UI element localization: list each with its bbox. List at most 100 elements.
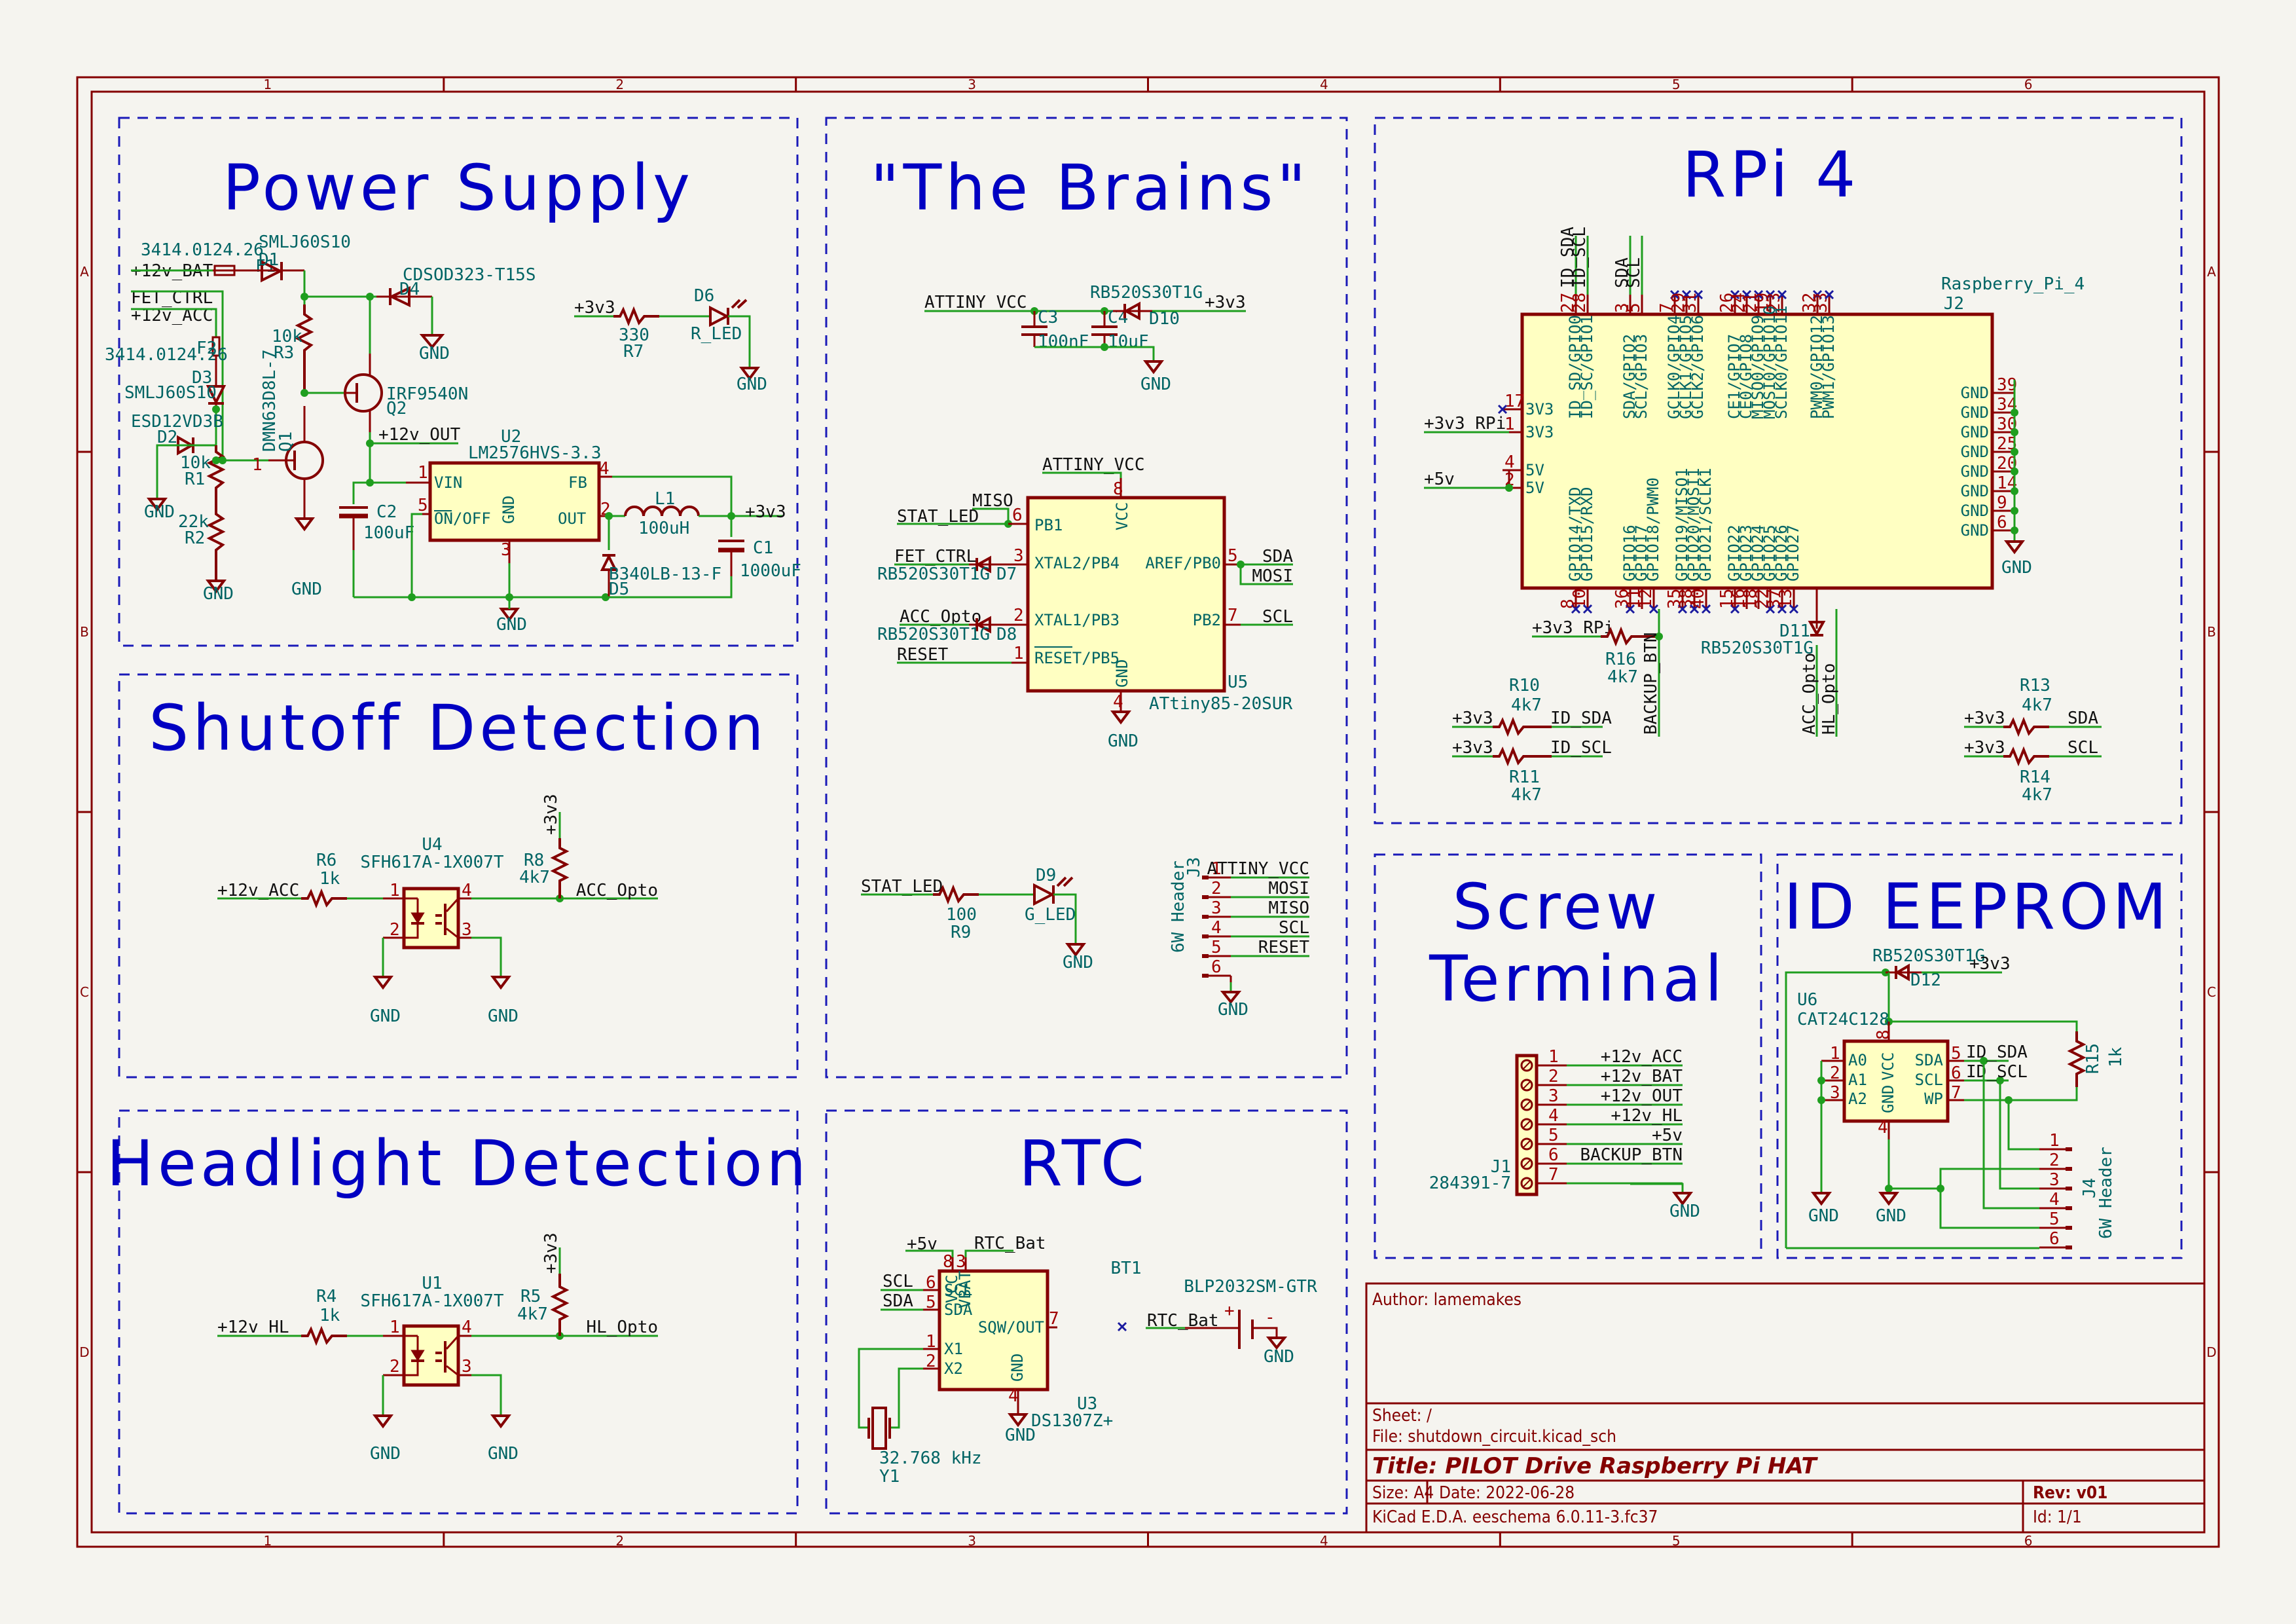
date-text: Date: 2022-06-28 [1439, 1483, 1575, 1503]
mosfet-q2[interactable]: IRF9540N Q2 [344, 297, 468, 432]
svg-text:3: 3 [462, 920, 472, 940]
capacitor-c1[interactable]: C1 1000uF [718, 516, 801, 581]
svg-text:CAT24C128: CAT24C128 [1797, 1010, 1889, 1029]
zone-row-label: B [2207, 624, 2216, 640]
svg-text:GND: GND [496, 615, 527, 635]
svg-text:100nF: 100nF [1038, 332, 1089, 352]
header-j3[interactable]: 6W Header J3 1ATTINY_VCC2 MOSI3 MISO4 SCL5 R… [1169, 857, 1309, 986]
rpi-header-j2[interactable]: Raspberry_Pi_4 J2 27ID_SD/GPIO0ID_SDA28I… [1497, 227, 2085, 614]
svg-text:D6: D6 [694, 286, 714, 306]
svg-text:5: 5 [2049, 1209, 2060, 1229]
svg-text:U5: U5 [1228, 673, 1248, 692]
svg-text:AREF/PB0: AREF/PB0 [1145, 554, 1221, 572]
screw-terminal-j1[interactable]: 1 +12v_ACC2 +12v_BAT3 +12v_OUT4 +12v_HL5 +5v6… [1429, 1047, 1683, 1196]
resistor-r2[interactable]: 22k R2 [178, 501, 226, 580]
zone-column-label: 3 [968, 1533, 976, 1549]
diode-d3[interactable]: D3 SMLJ60S10 [124, 368, 227, 405]
rtc-chip-u3[interactable]: +5v 8 RTC_Bat 3 VCC VBAT SCL 6 SCL SDA 5… [881, 1234, 1127, 1431]
svg-text:6: 6 [1951, 1063, 1961, 1083]
optocoupler-u1[interactable]: 1 2 3 4 U1 SFH617A-1X007T [360, 1274, 504, 1387]
svg-text:4k7: 4k7 [2022, 785, 2052, 805]
svg-text:+3v3: +3v3 [1969, 954, 2011, 974]
svg-text:6: 6 [926, 1273, 936, 1293]
svg-text:4: 4 [462, 881, 472, 900]
svg-text:4k7: 4k7 [1511, 785, 1542, 805]
resistor-r11[interactable]: +3v3 ID_SCL R11 4k7 [1452, 738, 1612, 805]
svg-text:RB520S30T1G: RB520S30T1G [877, 625, 990, 644]
svg-text:2: 2 [2049, 1151, 2060, 1170]
svg-text:100uH: 100uH [638, 519, 689, 538]
svg-text:R6: R6 [316, 851, 337, 870]
svg-text:1k: 1k [319, 869, 340, 889]
svg-text:D1: D1 [259, 250, 279, 270]
svg-text:4: 4 [1113, 692, 1123, 712]
svg-text:+3v3: +3v3 [1452, 709, 1493, 728]
section-title: ID EEPROM [1783, 870, 2170, 944]
section-title: "The Brains" [870, 151, 1309, 225]
svg-text:GND: GND [2001, 558, 2032, 578]
svg-text:4k7: 4k7 [2022, 695, 2052, 715]
svg-text:2: 2 [1013, 606, 1024, 625]
zone-column-label: 2 [615, 77, 624, 92]
resistor-r13[interactable]: +3v3 SDA R13 4k7 [1964, 676, 2102, 737]
j3-pin: 2 MOSI [1202, 879, 1309, 899]
svg-text:D4: D4 [399, 280, 420, 299]
mosfet-q1[interactable]: 1 DMN63D8L-7 Q1 [252, 349, 324, 517]
svg-text:+3v3: +3v3 [1452, 738, 1493, 758]
svg-text:GND: GND [370, 1444, 401, 1464]
svg-text:1: 1 [390, 881, 400, 900]
resistor-r1[interactable]: 10k R1 [180, 445, 226, 501]
title-block: Author: lamemakes Sheet: / File: shutdow… [1365, 1282, 2206, 1534]
svg-text:32.768 kHz: 32.768 kHz [879, 1449, 982, 1468]
svg-text:VCC: VCC [1879, 1052, 1897, 1080]
svg-text:+3v3: +3v3 [1205, 293, 1246, 312]
schematic-sheet: 112233445566A AB BC CD D Power Supply "The B… [76, 76, 2220, 1549]
svg-text:3414.0124.26: 3414.0124.26 [105, 345, 228, 365]
svg-text:5: 5 [1951, 1044, 1961, 1063]
svg-text:RB520S30T1G: RB520S30T1G [1090, 283, 1203, 303]
battery-bt1[interactable]: BT1 BLP2032SM-GTR RTC_Bat + - [1111, 1259, 1318, 1349]
svg-text:ATTINY_VCC: ATTINY_VCC [1207, 859, 1309, 879]
resistor-r4[interactable]: R4 1k [301, 1287, 347, 1346]
resistor-r14[interactable]: +3v3 SCL R14 4k7 [1964, 738, 2102, 805]
svg-text:3: 3 [956, 1252, 966, 1272]
svg-text:4: 4 [462, 1318, 472, 1337]
j4-pin: 4 [2039, 1190, 2072, 1210]
optocoupler-u4[interactable]: 1 2 3 4 U4 SFH617A-1X007T [360, 835, 504, 950]
led-d6[interactable]: D6 R_LED [691, 286, 748, 344]
svg-text:5: 5 [1228, 546, 1238, 566]
capacitor-c3[interactable]: C3 100nF [1021, 308, 1089, 352]
zone-column-label: 1 [264, 77, 272, 92]
svg-text:6W Header: 6W Header [2096, 1147, 2116, 1239]
svg-text:GND: GND [1961, 443, 1989, 461]
svg-text:2: 2 [1548, 1067, 1559, 1086]
svg-text:GND: GND [1108, 731, 1139, 751]
svg-text:FB: FB [568, 473, 587, 492]
svg-text:R5: R5 [520, 1287, 541, 1306]
section-shutoff: Shutoff Detection [118, 673, 799, 1079]
svg-text:GND: GND [488, 1006, 519, 1026]
svg-text:SFH617A-1X007T: SFH617A-1X007T [360, 853, 503, 872]
section-title-line1: Screw [1453, 870, 1662, 944]
resistor-r10[interactable]: +3v3 ID_SDA R10 4k7 [1452, 676, 1612, 737]
svg-text:GND: GND [488, 1444, 519, 1464]
inductor-l1[interactable]: L1 100uH [609, 489, 700, 538]
zone-column-label: 5 [1672, 1533, 1681, 1549]
diode-d4[interactable]: CDSOD323-T15S D4 [376, 265, 536, 334]
svg-text:+12v_OUT: +12v_OUT [1601, 1086, 1683, 1106]
capacitor-c2[interactable]: C2 100uF [339, 481, 414, 550]
j4-pin: 1 [2039, 1131, 2072, 1151]
size-text: Size: A4 [1372, 1483, 1434, 1503]
svg-text:ACC_Opto: ACC_Opto [576, 881, 658, 900]
regulator-u2[interactable]: 1 VIN 5 ON/OFF 3 GND FB OUT 4 2 U2 LM257… [370, 427, 612, 597]
header-j4[interactable]: 123456 J4 6W Header [2039, 1131, 2116, 1249]
svg-text:+12v_HL: +12v_HL [217, 1318, 289, 1337]
diode-d10[interactable]: RB520S30T1G D10 [1090, 283, 1203, 329]
resistor-r6[interactable]: R6 1k [301, 851, 347, 909]
resistor-r7[interactable]: 330 R7 [613, 306, 659, 361]
svg-text:D2: D2 [157, 428, 177, 447]
svg-text:SDA: SDA [1262, 547, 1293, 566]
resistor-r15[interactable]: R15 1k [2067, 1031, 2126, 1087]
svg-text:ID_SCL: ID_SCL [1550, 738, 1612, 758]
fuse-f2[interactable]: F2 3414.0124.26 [105, 336, 228, 365]
